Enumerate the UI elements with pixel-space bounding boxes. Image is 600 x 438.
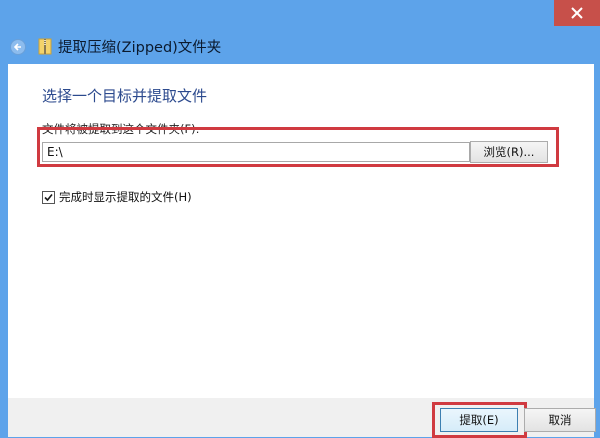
title-bar: 提取压缩(Zipped)文件夹: [0, 26, 600, 64]
show-files-option[interactable]: 完成时显示提取的文件(H): [42, 189, 192, 205]
show-files-label: 完成时显示提取的文件(H): [59, 190, 192, 204]
dialog-content: 选择一个目标并提取文件 文件将被提取到这个文件夹(F): E:\ 浏览(R)..…: [8, 64, 594, 398]
show-files-checkbox[interactable]: [42, 190, 55, 204]
destination-highlight-box: [37, 127, 559, 167]
dialog-footer: 提取(E) 取消: [8, 398, 596, 438]
extract-highlight-box: [432, 402, 527, 438]
window-close-button[interactable]: [554, 0, 600, 26]
window-title: 提取压缩(Zipped)文件夹: [58, 40, 222, 56]
cancel-button[interactable]: 取消: [524, 408, 596, 432]
back-arrow-icon: [13, 43, 21, 51]
close-icon: [571, 7, 583, 19]
page-heading: 选择一个目标并提取文件: [42, 87, 208, 105]
back-button[interactable]: [10, 39, 26, 55]
checkmark-icon: [44, 193, 53, 201]
zip-folder-icon: [38, 38, 52, 55]
